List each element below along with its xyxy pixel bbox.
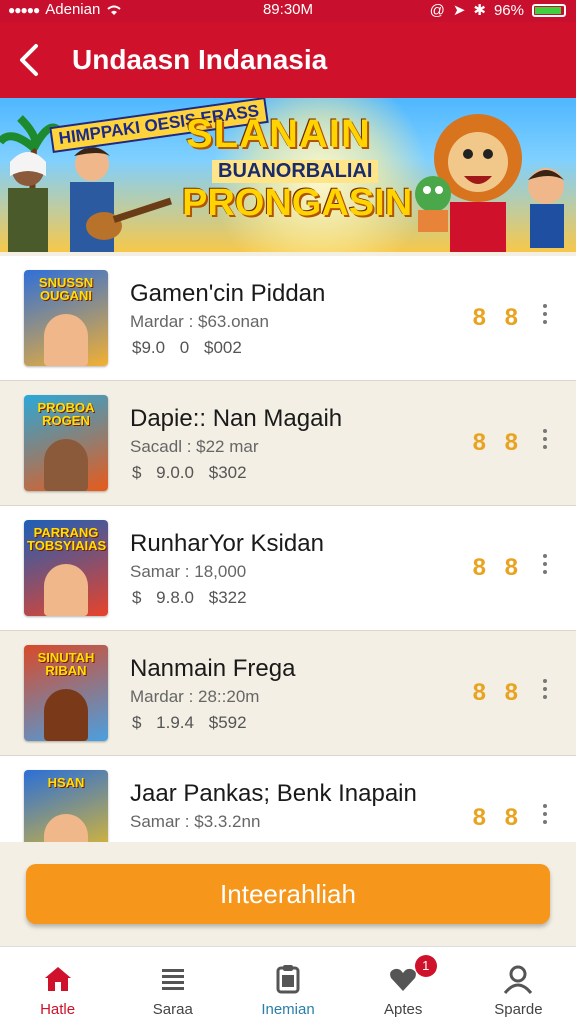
coin-badge: 8 8	[472, 429, 524, 456]
game-title: RunharYor Ksidan	[130, 530, 324, 557]
game-title: Jaar Pankas; Benk Inapain	[130, 780, 417, 807]
game-subtitle: Mardar : $63.onan	[130, 312, 269, 331]
home-icon	[44, 967, 71, 991]
location-icon: @	[429, 1, 445, 19]
game-list: SNUSSN OUGANI Gamen'cin Piddan Mardar : …	[0, 256, 576, 881]
kid-character-icon	[528, 168, 564, 248]
list-item[interactable]: SINUTAH RIBAN Nanmain Frega Mardar : 28:…	[0, 631, 576, 756]
game-thumbnail: PROBOA ROGEN	[24, 395, 108, 491]
more-options-icon[interactable]	[540, 429, 550, 453]
game-title: Dapie:: Nan Magaih	[130, 405, 343, 432]
game-prices: $ 1.9.4 $592	[132, 713, 247, 732]
tab-favorites[interactable]: 1 Aptes	[346, 947, 461, 1025]
bluetooth-icon: ✱	[473, 2, 486, 19]
tab-profile[interactable]: Sparde	[461, 947, 576, 1025]
cta-container: Inteerahliah	[0, 842, 576, 946]
more-options-icon[interactable]	[540, 554, 550, 578]
game-prices: $9.0 0 $002	[132, 338, 242, 357]
page-title: Undaasn Indanasia	[72, 44, 328, 75]
promo-banner[interactable]: HIMPPAKI OESIS ERASS SLANAIN BUANORBALIA…	[0, 98, 576, 252]
coin-badge: 8 8	[472, 304, 524, 331]
bottom-tab-bar: Hatle Saraa Inemian 1 Aptes Sparde	[0, 946, 576, 1025]
game-thumbnail: SNUSSN OUGANI	[24, 270, 108, 366]
guitar-player-icon	[70, 147, 172, 252]
tab-list[interactable]: Saraa	[115, 947, 230, 1025]
game-subtitle: Samar : 18,000	[130, 562, 247, 581]
primary-action-button[interactable]: Inteerahliah	[26, 864, 550, 924]
list-item[interactable]: PARRANG TOBSYIAIAS RunharYor Ksidan Sama…	[0, 506, 576, 631]
user-icon	[504, 965, 533, 994]
game-title: Nanmain Frega	[130, 655, 296, 682]
game-thumbnail: SINUTAH RIBAN	[24, 645, 108, 741]
app-header: Undaasn Indanasia	[0, 22, 576, 98]
game-thumbnail: PARRANG TOBSYIAIAS	[24, 520, 108, 616]
battery-percent: 96%	[493, 1, 524, 19]
clipboard-icon	[276, 965, 300, 994]
game-prices: $ 9.8.0 $322	[132, 588, 247, 607]
list-icon	[161, 969, 184, 990]
game-title: Gamen'cin Piddan	[130, 280, 326, 307]
list-item[interactable]: PROBOA ROGEN Dapie:: Nan Magaih Sacadl :…	[0, 381, 576, 506]
game-subtitle: Samar : $3.3.2nn	[130, 812, 261, 831]
list-item[interactable]: SNUSSN OUGANI Gamen'cin Piddan Mardar : …	[0, 256, 576, 381]
game-subtitle: Sacadl : $22 mar	[130, 437, 259, 456]
banner-headline-3: PRONGASIN	[182, 182, 413, 224]
navigation-icon: ➤	[452, 2, 466, 19]
back-icon[interactable]	[14, 40, 44, 80]
more-options-icon[interactable]	[540, 304, 550, 328]
coin-badge: 8 8	[472, 679, 524, 706]
battery-icon	[532, 3, 566, 17]
banner-headline-1: SLANAIN	[186, 112, 371, 156]
game-subtitle: Mardar : 28::20m	[130, 687, 260, 706]
coin-badge: 8 8	[472, 804, 524, 831]
turtle-character-icon	[415, 176, 451, 232]
coin-badge: 8 8	[472, 554, 524, 581]
tab-home[interactable]: Hatle	[0, 947, 115, 1025]
notification-badge: 1	[414, 955, 437, 977]
banner-headline-2: BUANORBALIAI	[212, 160, 379, 183]
more-options-icon[interactable]	[540, 679, 550, 703]
tab-clipboard[interactable]: Inemian	[230, 947, 345, 1025]
game-prices: $ 9.0.0 $302	[132, 463, 247, 482]
status-bar: ●●●●● Adenian 89:30M @ ➤ ✱ 96%	[0, 0, 576, 22]
more-options-icon[interactable]	[540, 804, 550, 828]
